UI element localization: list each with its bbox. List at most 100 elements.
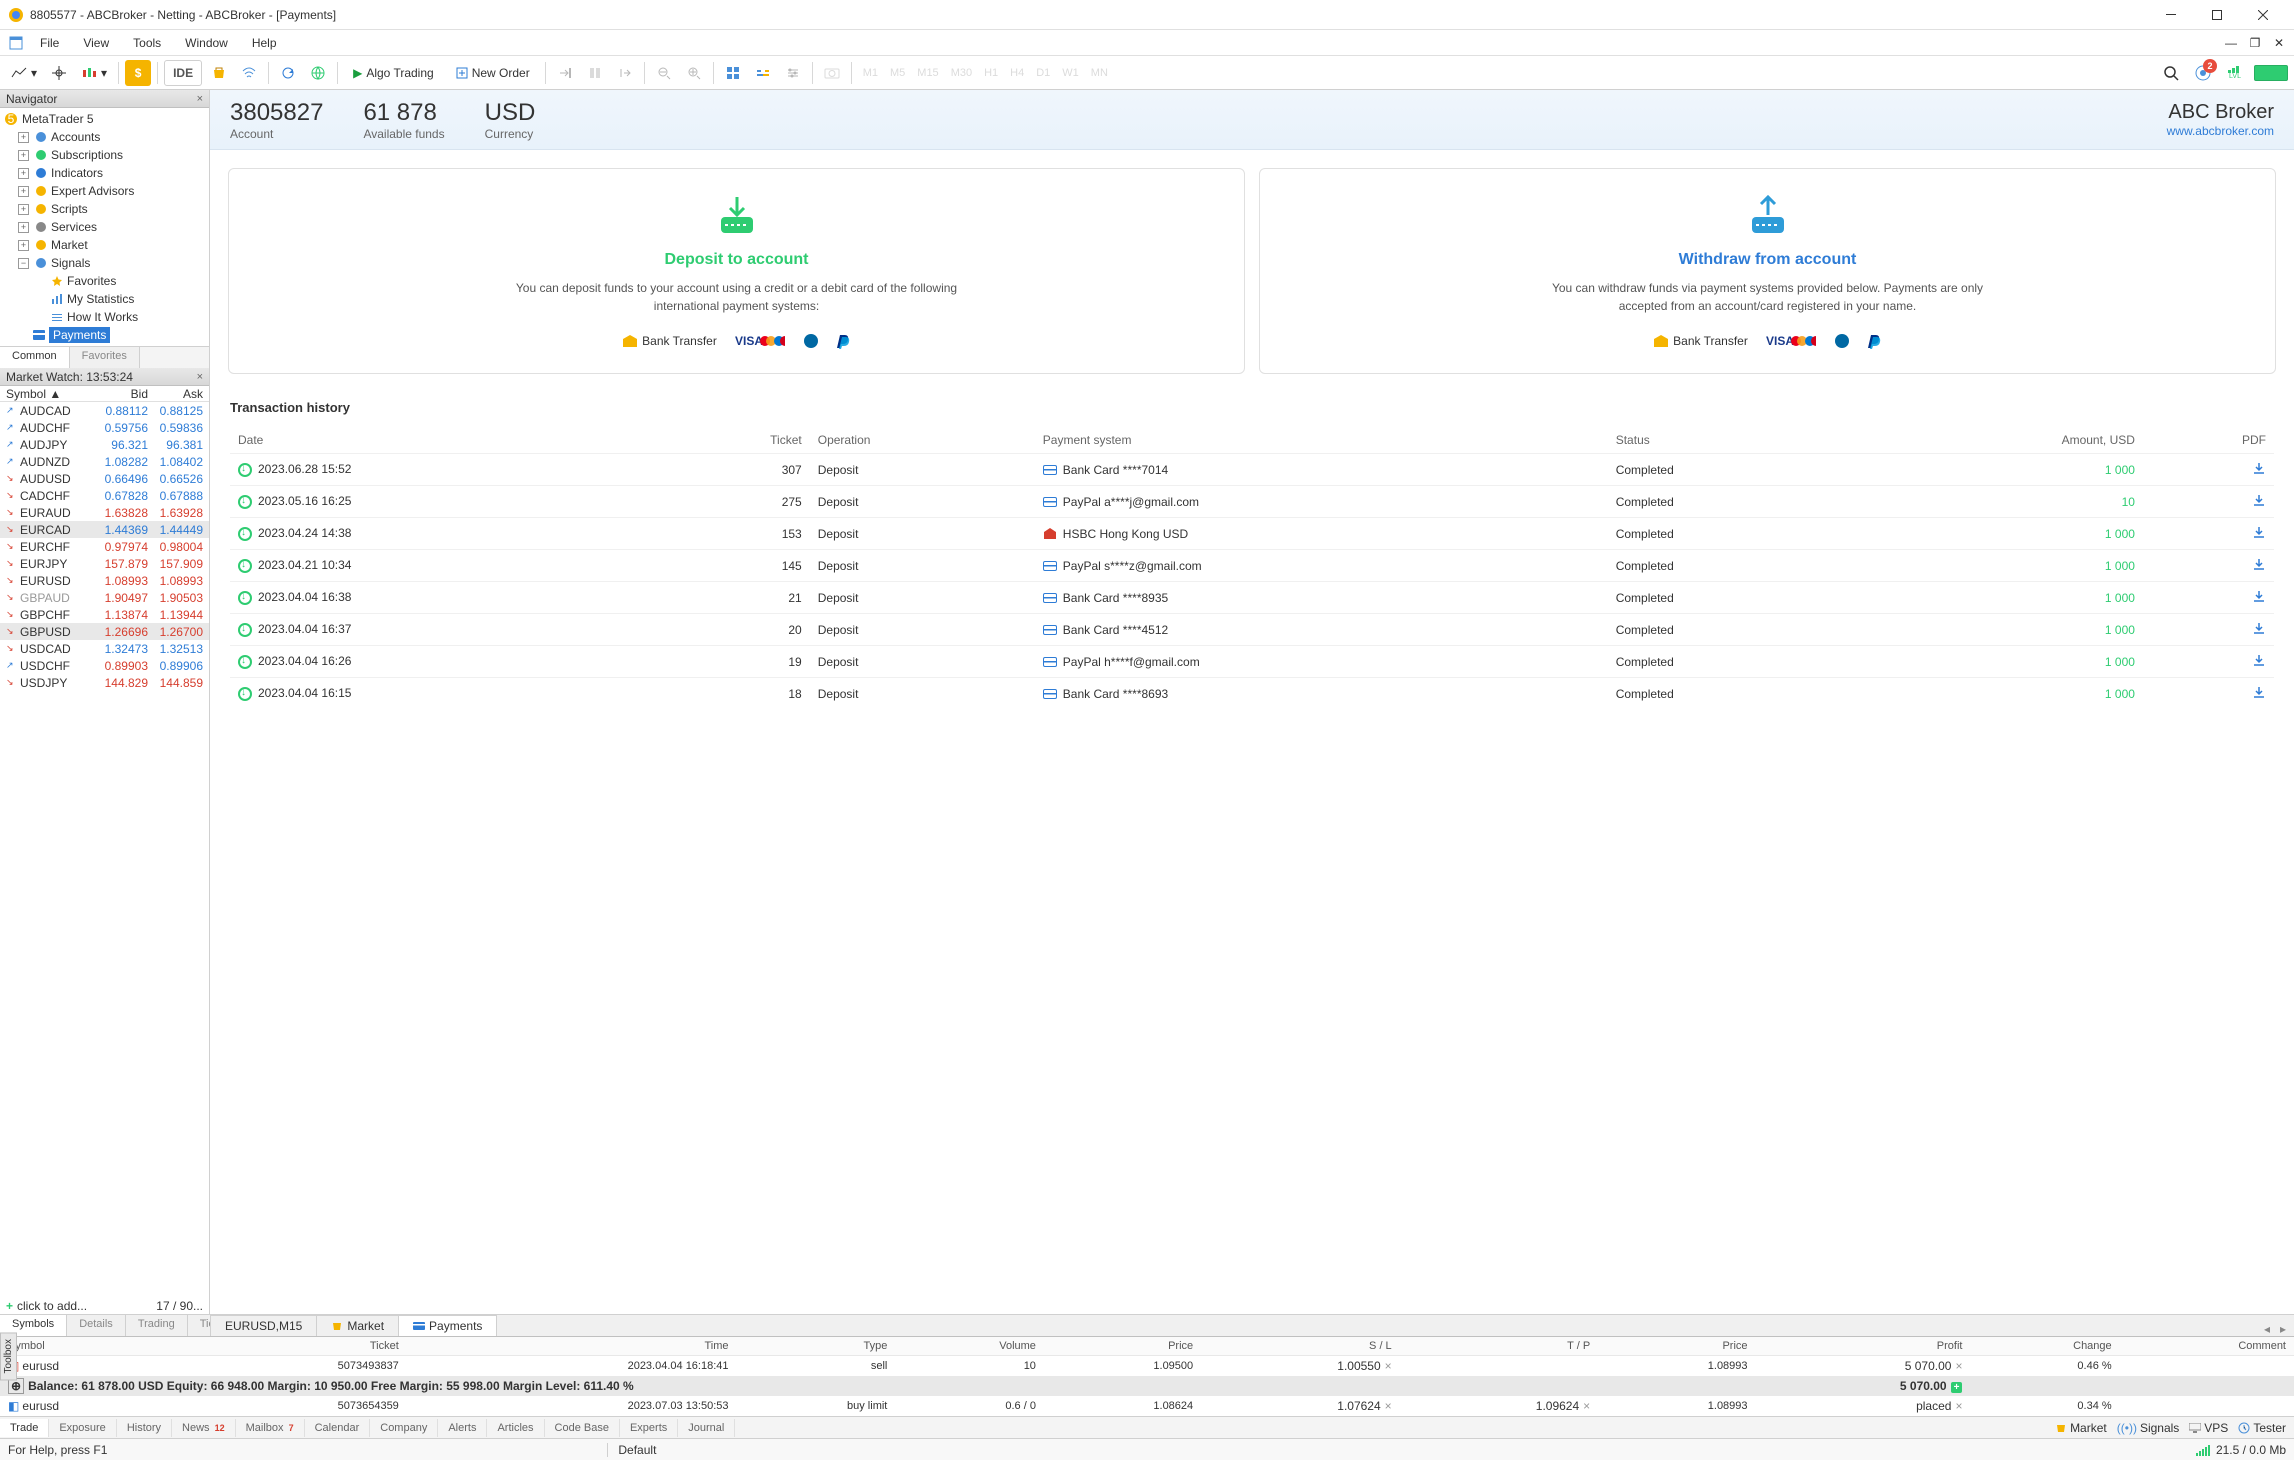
alerts-button[interactable]: 2 xyxy=(2190,60,2216,86)
timeframe-h1[interactable]: H1 xyxy=(979,60,1003,86)
mw-row-gbpchf[interactable]: ↘GBPCHF1.138741.13944 xyxy=(0,606,209,623)
nav-signals-my-statistics[interactable]: My Statistics xyxy=(0,290,209,308)
mw-row-cadchf[interactable]: ↘CADCHF0.678280.67888 xyxy=(0,487,209,504)
withdraw-webmoney-icon[interactable] xyxy=(1834,333,1850,349)
menu-help[interactable]: Help xyxy=(240,32,289,54)
nav-signals-how-it-works[interactable]: How It Works xyxy=(0,308,209,326)
download-pdf-button[interactable] xyxy=(2143,582,2274,614)
mdi-minimize-button[interactable]: — xyxy=(2220,33,2242,53)
history-row[interactable]: 2023.04.04 16:3720DepositBank Card ****4… xyxy=(230,614,2274,646)
algo-trading-button[interactable]: ▶Algo Trading xyxy=(344,60,443,86)
nav-expert-advisors[interactable]: +Expert Advisors xyxy=(0,182,209,200)
timeframe-mn[interactable]: MN xyxy=(1086,60,1113,86)
timeframe-d1[interactable]: D1 xyxy=(1031,60,1055,86)
toolbox-tab-code-base[interactable]: Code Base xyxy=(545,1419,620,1437)
history-row[interactable]: 2023.04.04 16:1518DepositBank Card ****8… xyxy=(230,678,2274,710)
mw-tab-trading[interactable]: Trading xyxy=(126,1315,188,1336)
nav-tab-favorites[interactable]: Favorites xyxy=(70,347,140,368)
nav-accounts[interactable]: +Accounts xyxy=(0,128,209,146)
nav-tab-common[interactable]: Common xyxy=(0,347,70,368)
mdi-close-button[interactable]: ✕ xyxy=(2268,33,2290,53)
tab-eurusd[interactable]: EURUSD,M15 xyxy=(210,1315,317,1336)
mw-row-eurchf[interactable]: ↘EURCHF0.979740.98004 xyxy=(0,538,209,555)
tab-prev-button[interactable]: ◂ xyxy=(2260,1322,2274,1336)
withdraw-bank-transfer[interactable]: Bank Transfer xyxy=(1653,334,1748,348)
toolbox-tab-trade[interactable]: Trade xyxy=(0,1419,49,1437)
broker-url[interactable]: www.abcbroker.com xyxy=(2167,124,2274,138)
camera-button[interactable] xyxy=(819,60,845,86)
deposit-webmoney-icon[interactable] xyxy=(803,333,819,349)
toolbox-tester-link[interactable]: Tester xyxy=(2238,1421,2286,1435)
chart-line-button[interactable]: ▾ xyxy=(6,60,42,86)
download-pdf-button[interactable] xyxy=(2143,646,2274,678)
marketwatch-columns[interactable]: Symbol ▲ Bid Ask xyxy=(0,386,209,402)
history-row[interactable]: 2023.06.28 15:52307DepositBank Card ****… xyxy=(230,454,2274,486)
download-pdf-button[interactable] xyxy=(2143,614,2274,646)
mw-row-eurjpy[interactable]: ↘EURJPY157.879157.909 xyxy=(0,555,209,572)
trade-row[interactable]: ◧ eurusd 50734938372023.04.04 16:18:41se… xyxy=(0,1356,2294,1377)
add-position-button[interactable]: + xyxy=(1951,1382,1963,1393)
download-pdf-button[interactable] xyxy=(2143,454,2274,486)
timeframe-w1[interactable]: W1 xyxy=(1057,60,1084,86)
refresh-button[interactable] xyxy=(275,60,301,86)
toolbox-tab-alerts[interactable]: Alerts xyxy=(438,1419,487,1437)
position-close-button[interactable]: × xyxy=(1955,1359,1962,1373)
toolbox-tab-journal[interactable]: Journal xyxy=(678,1419,735,1437)
toolbox-tab-news[interactable]: News 12 xyxy=(172,1419,236,1437)
nav-scripts[interactable]: +Scripts xyxy=(0,200,209,218)
settings-button[interactable] xyxy=(780,60,806,86)
search-button[interactable] xyxy=(2158,60,2184,86)
nav-signals-favorites[interactable]: Favorites xyxy=(0,272,209,290)
toolbox-tab-articles[interactable]: Articles xyxy=(487,1419,544,1437)
download-pdf-button[interactable] xyxy=(2143,518,2274,550)
toolbox-market-link[interactable]: Market xyxy=(2055,1421,2107,1435)
trade-row[interactable]: ◧ eurusd 50736543592023.07.03 13:50:53bu… xyxy=(0,1396,2294,1416)
history-row[interactable]: 2023.05.16 16:25275DepositPayPal a****j@… xyxy=(230,486,2274,518)
toolbox-tab-calendar[interactable]: Calendar xyxy=(305,1419,371,1437)
chart-candle-button[interactable]: ▾ xyxy=(76,60,112,86)
mw-tab-details[interactable]: Details xyxy=(67,1315,126,1336)
step-button[interactable] xyxy=(612,60,638,86)
dollar-button[interactable]: $ xyxy=(125,60,151,86)
chart-shift-button[interactable] xyxy=(582,60,608,86)
nav-signals[interactable]: −Signals xyxy=(0,254,209,272)
crosshair-button[interactable] xyxy=(46,60,72,86)
timeframe-h4[interactable]: H4 xyxy=(1005,60,1029,86)
toolbox-signals-link[interactable]: ((•))Signals xyxy=(2117,1421,2180,1435)
mw-row-gbpusd[interactable]: ↘GBPUSD1.266961.26700 xyxy=(0,623,209,640)
toolbox-handle[interactable]: Toolbox xyxy=(0,1332,17,1380)
download-pdf-button[interactable] xyxy=(2143,550,2274,582)
mw-row-audcad[interactable]: ↗AUDCAD0.881120.88125 xyxy=(0,402,209,419)
minimize-button[interactable] xyxy=(2148,0,2194,30)
zoom-out-button[interactable] xyxy=(651,60,677,86)
nav-indicators[interactable]: +Indicators xyxy=(0,164,209,182)
menu-file[interactable]: File xyxy=(28,32,71,54)
history-row[interactable]: 2023.04.04 16:2619DepositPayPal h****f@g… xyxy=(230,646,2274,678)
timeframe-m1[interactable]: M1 xyxy=(858,60,883,86)
mw-row-audusd[interactable]: ↘AUDUSD0.664960.66526 xyxy=(0,470,209,487)
timeframe-m30[interactable]: M30 xyxy=(946,60,977,86)
toolbox-tab-mailbox[interactable]: Mailbox 7 xyxy=(236,1419,305,1437)
depth-button[interactable] xyxy=(750,60,776,86)
navigator-close-button[interactable]: × xyxy=(197,93,203,105)
nav-payments[interactable]: Payments xyxy=(0,326,209,344)
deposit-cards-icon[interactable]: VISA xyxy=(735,333,785,349)
nav-subscriptions[interactable]: +Subscriptions xyxy=(0,146,209,164)
mw-row-eurusd[interactable]: ↘EURUSD1.089931.08993 xyxy=(0,572,209,589)
download-pdf-button[interactable] xyxy=(2143,486,2274,518)
nav-root[interactable]: 5MetaTrader 5 xyxy=(0,110,209,128)
withdraw-paypal-icon[interactable] xyxy=(1868,333,1882,349)
toolbox-tab-experts[interactable]: Experts xyxy=(620,1419,678,1437)
zoom-in-button[interactable] xyxy=(681,60,707,86)
mw-row-usdjpy[interactable]: ↘USDJPY144.829144.859 xyxy=(0,674,209,691)
timeframe-m5[interactable]: M5 xyxy=(885,60,910,86)
deposit-paypal-icon[interactable] xyxy=(837,333,851,349)
mdi-restore-button[interactable]: ❐ xyxy=(2244,33,2266,53)
new-order-button[interactable]: New Order xyxy=(447,60,539,86)
mw-row-eurcad[interactable]: ↘EURCAD1.443691.44449 xyxy=(0,521,209,538)
close-button[interactable] xyxy=(2240,0,2286,30)
globe-refresh-button[interactable] xyxy=(305,60,331,86)
ide-button[interactable]: IDE xyxy=(164,60,202,86)
timeframe-m15[interactable]: M15 xyxy=(912,60,943,86)
toolbox-vps-link[interactable]: VPS xyxy=(2189,1421,2228,1435)
